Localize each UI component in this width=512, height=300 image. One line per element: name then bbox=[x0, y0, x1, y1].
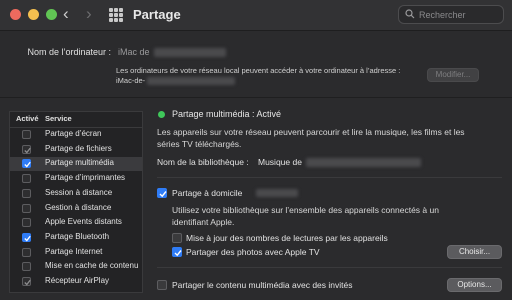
window-title: Partage bbox=[133, 7, 181, 22]
service-checkbox[interactable] bbox=[22, 262, 31, 272]
share-photos-checkbox[interactable] bbox=[172, 247, 182, 257]
section-divider bbox=[157, 177, 502, 178]
description-line-1: Les appareils sur votre réseau peuvent p… bbox=[157, 127, 465, 137]
back-chevron-icon[interactable]: ‹ bbox=[63, 4, 69, 24]
service-row[interactable]: Partage Bluetooth bbox=[10, 231, 142, 245]
minimize-window-button[interactable] bbox=[28, 9, 39, 20]
service-checkbox[interactable] bbox=[22, 218, 31, 228]
service-checkbox[interactable] bbox=[22, 159, 31, 169]
service-row[interactable]: Partage de fichiers bbox=[10, 143, 142, 157]
checkmark-icon bbox=[174, 250, 182, 257]
service-checkbox[interactable] bbox=[22, 232, 31, 242]
checkmark-icon bbox=[159, 191, 167, 198]
network-address-value: iMac-de- bbox=[116, 76, 146, 85]
service-row[interactable]: Partage Internet bbox=[10, 246, 142, 260]
checkmark-icon bbox=[24, 279, 31, 286]
home-sharing-checkbox[interactable] bbox=[157, 188, 167, 198]
show-all-grid-icon[interactable] bbox=[109, 8, 123, 22]
forward-chevron-icon[interactable]: › bbox=[86, 4, 92, 24]
status-indicator bbox=[158, 111, 165, 118]
service-checkbox[interactable] bbox=[22, 130, 31, 139]
computer-name-field[interactable]: iMac de bbox=[118, 47, 150, 57]
divider bbox=[0, 97, 512, 98]
redacted-library-name bbox=[306, 158, 421, 167]
service-list: Activé Service Partage d’écran Partage de… bbox=[9, 111, 143, 293]
service-row[interactable]: Partage multimédia bbox=[10, 157, 142, 172]
service-label: Mise en cache de contenu bbox=[45, 261, 139, 271]
redacted-address bbox=[147, 77, 235, 85]
checkmark-icon bbox=[24, 235, 31, 242]
service-label: Partage Bluetooth bbox=[45, 231, 110, 241]
service-row[interactable]: Gestion à distance bbox=[10, 202, 142, 216]
checkmark-icon bbox=[24, 147, 31, 154]
service-row[interactable]: Récepteur AirPlay bbox=[10, 275, 142, 289]
service-label: Partage d’écran bbox=[45, 129, 102, 138]
service-label: Gestion à distance bbox=[45, 202, 112, 212]
section-divider-2 bbox=[157, 267, 502, 268]
computer-name-label: Nom de l’ordinateur : bbox=[27, 47, 111, 57]
options-button[interactable]: Options... bbox=[447, 278, 502, 292]
library-name-field[interactable]: Musique de bbox=[258, 157, 302, 167]
home-sharing-label: Partage à domicile bbox=[172, 188, 243, 198]
service-checkbox[interactable] bbox=[22, 174, 31, 184]
column-header-active: Activé bbox=[16, 114, 39, 123]
service-checkbox[interactable] bbox=[22, 144, 31, 154]
service-row[interactable]: Mise en cache de contenu bbox=[10, 260, 142, 274]
service-list-header: Activé Service bbox=[10, 112, 142, 128]
redacted-account bbox=[256, 189, 298, 197]
title-bar: ‹ › Partage bbox=[0, 0, 512, 31]
service-label: Partage Internet bbox=[45, 246, 103, 256]
guest-sharing-label: Partager le contenu multimédia avec des … bbox=[172, 280, 353, 290]
redacted-name bbox=[154, 48, 226, 57]
service-row[interactable]: Partage d’écran bbox=[10, 128, 142, 142]
search-icon bbox=[405, 9, 415, 19]
service-checkbox[interactable] bbox=[22, 247, 31, 257]
service-row[interactable]: Partage d’imprimantes bbox=[10, 172, 142, 186]
library-name-label: Nom de la bibliothèque : bbox=[157, 157, 249, 167]
service-label: Récepteur AirPlay bbox=[45, 276, 110, 285]
service-checkbox[interactable] bbox=[22, 203, 31, 213]
share-photos-label: Partager des photos avec Apple TV bbox=[186, 247, 320, 257]
checkmark-icon bbox=[24, 162, 31, 168]
search-input[interactable] bbox=[419, 7, 499, 22]
home-sharing-description-2: identifiant Apple. bbox=[172, 217, 235, 227]
service-label: Session à distance bbox=[45, 187, 113, 197]
service-label: Partage multimédia bbox=[45, 158, 114, 168]
description-line-2: séries TV téléchargés. bbox=[157, 139, 242, 149]
update-play-counts-label: Mise à jour des nombres de lectures par … bbox=[186, 233, 388, 243]
choose-button[interactable]: Choisir... bbox=[447, 245, 502, 259]
service-row[interactable]: Apple Events distants bbox=[10, 216, 142, 230]
search-field[interactable] bbox=[398, 5, 504, 24]
service-label: Apple Events distants bbox=[45, 217, 122, 227]
service-checkbox[interactable] bbox=[22, 277, 31, 286]
close-window-button[interactable] bbox=[10, 9, 21, 20]
column-header-service: Service bbox=[45, 114, 72, 123]
guest-sharing-checkbox[interactable] bbox=[157, 280, 167, 290]
edit-name-button[interactable]: Modifier... bbox=[427, 68, 479, 82]
service-row[interactable]: Session à distance bbox=[10, 187, 142, 201]
network-address-info: Les ordinateurs de votre réseau local pe… bbox=[116, 66, 401, 75]
home-sharing-description-1: Utilisez votre bibliothèque sur l’ensemb… bbox=[172, 205, 439, 215]
service-label: Partage d’imprimantes bbox=[45, 173, 126, 183]
service-label: Partage de fichiers bbox=[45, 143, 112, 153]
service-checkbox[interactable] bbox=[22, 188, 31, 198]
update-play-counts-checkbox[interactable] bbox=[172, 233, 182, 243]
zoom-window-button[interactable] bbox=[46, 9, 57, 20]
status-text: Partage multimédia : Activé bbox=[172, 109, 282, 119]
